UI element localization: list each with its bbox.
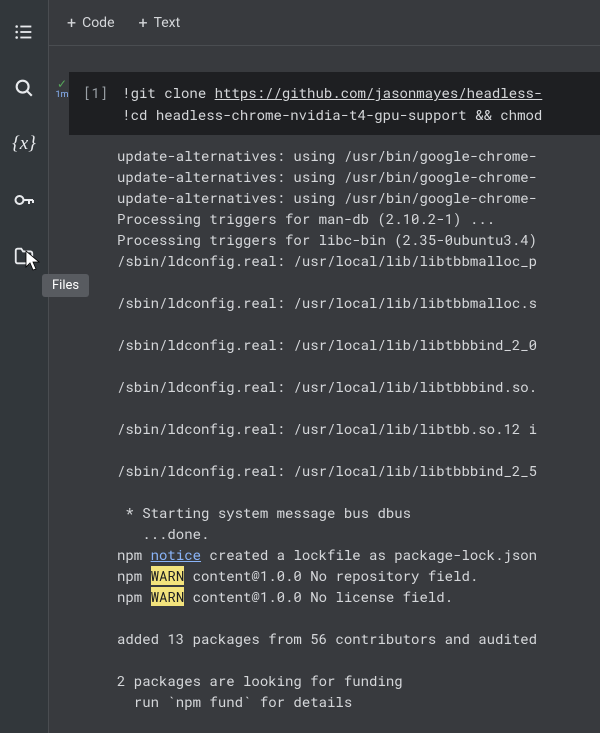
output-line: /sbin/ldconfig.real: /usr/local/lib/libt… [117, 292, 600, 313]
search-icon[interactable] [10, 74, 38, 102]
files-tooltip: Files [42, 274, 89, 297]
output-line: update-alternatives: using /usr/bin/goog… [117, 145, 600, 166]
output-line: 2 packages are looking for funding [117, 670, 600, 691]
output-line: /sbin/ldconfig.real: /usr/local/lib/libt… [117, 334, 600, 355]
output-line: npm WARN content@1.0.0 No repository fie… [117, 565, 600, 586]
output-line: /sbin/ldconfig.real: /usr/local/lib/libt… [117, 250, 600, 271]
output-line: added 13 packages from 56 contributors a… [117, 628, 600, 649]
add-text-button[interactable]: + Text [139, 13, 181, 32]
output-line: * Starting system message bus dbus [117, 502, 600, 523]
code-cell: ✓ 1m [1]!git clone https://github.com/ja… [49, 72, 600, 712]
code-editor[interactable]: [1]!git clone https://github.com/jasonma… [69, 72, 600, 135]
add-text-label: Text [154, 15, 181, 31]
output-line [117, 271, 600, 292]
output-line [117, 355, 600, 376]
output-line [117, 313, 600, 334]
output-line: Processing triggers for libc-bin (2.35-0… [117, 229, 600, 250]
plus-icon: + [67, 13, 76, 32]
cell-toolbar: + Code + Text [49, 0, 600, 46]
git-url: https://github.com/jasonmayes/headless- [215, 83, 543, 102]
output-line: npm WARN content@1.0.0 No license field. [117, 586, 600, 607]
key-icon[interactable] [10, 186, 38, 214]
check-icon: ✓ [57, 78, 67, 90]
main-area: + Code + Text ✓ 1m [1]!git clone https:/… [48, 0, 600, 733]
output-line [117, 649, 600, 670]
files-icon[interactable] [10, 242, 38, 270]
output-line: /sbin/ldconfig.real: /usr/local/lib/libt… [117, 376, 600, 397]
output-line: update-alternatives: using /usr/bin/goog… [117, 166, 600, 187]
notebook-cells: ✓ 1m [1]!git clone https://github.com/ja… [49, 46, 600, 733]
output-line [117, 397, 600, 418]
execution-count: [1] [83, 83, 108, 102]
variables-icon[interactable]: {x} [10, 130, 38, 158]
cell-time: 1m [56, 90, 69, 100]
left-sidebar: {x} Files [0, 0, 48, 733]
output-line [117, 439, 600, 460]
output-line: run `npm fund` for details [117, 691, 600, 712]
output-line: ...done. [117, 523, 600, 544]
output-line: /sbin/ldconfig.real: /usr/local/lib/libt… [117, 418, 600, 439]
output-line: Processing triggers for man-db (2.10.2-1… [117, 208, 600, 229]
output-line [117, 481, 600, 502]
cell-output: update-alternatives: using /usr/bin/goog… [69, 135, 600, 712]
toc-icon[interactable] [10, 18, 38, 46]
output-line: npm notice created a lockfile as package… [117, 544, 600, 565]
output-line [117, 607, 600, 628]
cell-status[interactable]: ✓ 1m [49, 72, 69, 100]
plus-icon: + [139, 13, 148, 32]
output-line: update-alternatives: using /usr/bin/goog… [117, 187, 600, 208]
output-line: /sbin/ldconfig.real: /usr/local/lib/libt… [117, 460, 600, 481]
add-code-button[interactable]: + Code [67, 13, 115, 32]
add-code-label: Code [82, 15, 114, 31]
